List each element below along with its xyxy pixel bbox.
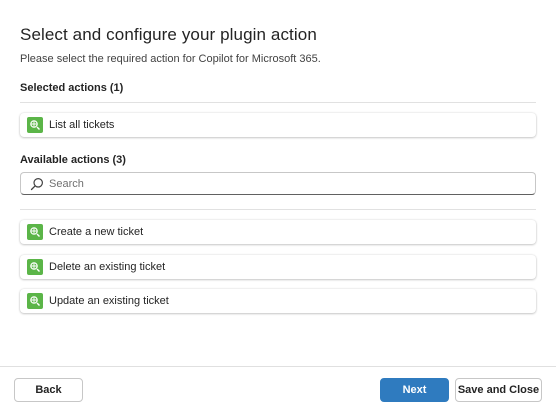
action-label: Update an existing ticket xyxy=(49,295,169,307)
action-label: Delete an existing ticket xyxy=(49,261,166,273)
available-action-item[interactable]: Delete an existing ticket xyxy=(20,255,536,279)
selected-action-item[interactable]: List all tickets xyxy=(20,113,536,137)
save-and-close-button[interactable]: Save and Close xyxy=(455,378,542,402)
search-input[interactable] xyxy=(49,173,519,194)
plugin-action-icon xyxy=(27,259,43,275)
plugin-action-icon xyxy=(27,293,43,309)
divider xyxy=(20,102,536,103)
divider xyxy=(20,209,536,210)
page-title: Select and configure your plugin action xyxy=(20,25,317,44)
plugin-action-icon xyxy=(27,117,43,133)
available-action-item[interactable]: Update an existing ticket xyxy=(20,289,536,313)
plugin-action-icon xyxy=(27,224,43,240)
available-action-item[interactable]: Create a new ticket xyxy=(20,220,536,244)
search-icon xyxy=(30,177,44,191)
footer-divider xyxy=(0,366,556,367)
search-box[interactable] xyxy=(20,172,536,195)
available-actions-label: Available actions (3) xyxy=(20,154,126,166)
action-label: Create a new ticket xyxy=(49,226,144,238)
action-label: List all tickets xyxy=(49,119,115,131)
selected-actions-label: Selected actions (1) xyxy=(20,82,124,94)
page-subtitle: Please select the required action for Co… xyxy=(20,53,321,65)
next-button[interactable]: Next xyxy=(380,378,449,402)
back-button[interactable]: Back xyxy=(14,378,83,402)
